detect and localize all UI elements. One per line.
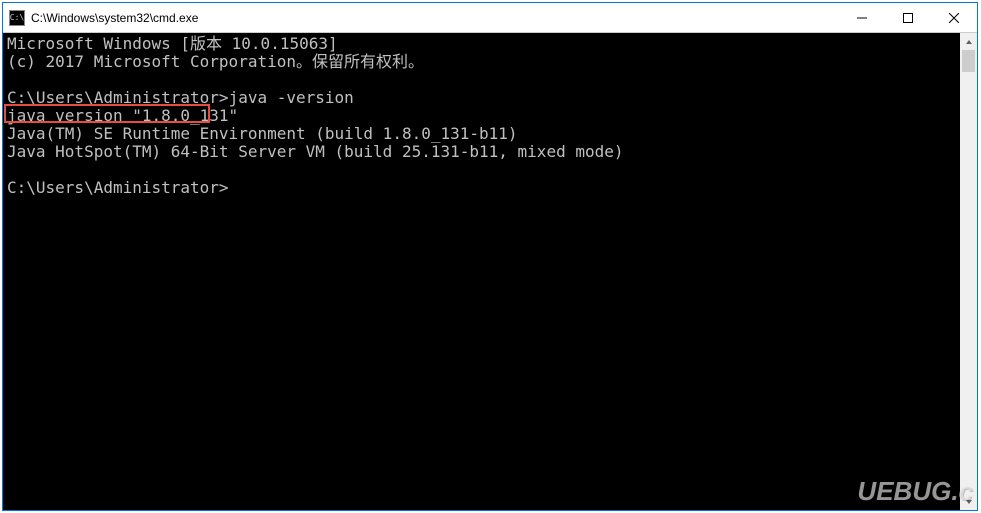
cmd-window: C:\ C:\Windows\system32\cmd.exe Microsof… <box>2 2 978 511</box>
console-prompt: C:\Users\Administrator> <box>7 178 229 197</box>
scroll-up-arrow-icon[interactable] <box>960 33 977 50</box>
scroll-down-arrow-icon[interactable] <box>960 493 977 510</box>
window-title: C:\Windows\system32\cmd.exe <box>31 11 839 25</box>
console-prompt: C:\Users\Administrator> <box>7 88 229 107</box>
console-area: Microsoft Windows [版本 10.0.15063] (c) 20… <box>3 33 977 510</box>
minimize-button[interactable] <box>839 3 885 32</box>
scroll-track[interactable] <box>960 50 977 493</box>
maximize-button[interactable] <box>885 3 931 32</box>
window-controls <box>839 3 977 32</box>
console-output[interactable]: Microsoft Windows [版本 10.0.15063] (c) 20… <box>3 33 960 510</box>
console-line: (c) 2017 Microsoft Corporation。保留所有权利。 <box>7 52 424 71</box>
scroll-thumb[interactable] <box>962 50 975 72</box>
console-line: Microsoft Windows [版本 10.0.15063] <box>7 34 338 53</box>
cmd-icon: C:\ <box>9 10 25 26</box>
console-line: Java HotSpot(TM) 64-Bit Server VM (build… <box>7 142 624 161</box>
console-line-highlighted: java version "1.8.0_131" <box>7 106 238 125</box>
vertical-scrollbar[interactable] <box>960 33 977 510</box>
titlebar[interactable]: C:\ C:\Windows\system32\cmd.exe <box>3 3 977 33</box>
close-button[interactable] <box>931 3 977 32</box>
console-command: java -version <box>229 88 354 107</box>
console-line: Java(TM) SE Runtime Environment (build 1… <box>7 124 518 143</box>
